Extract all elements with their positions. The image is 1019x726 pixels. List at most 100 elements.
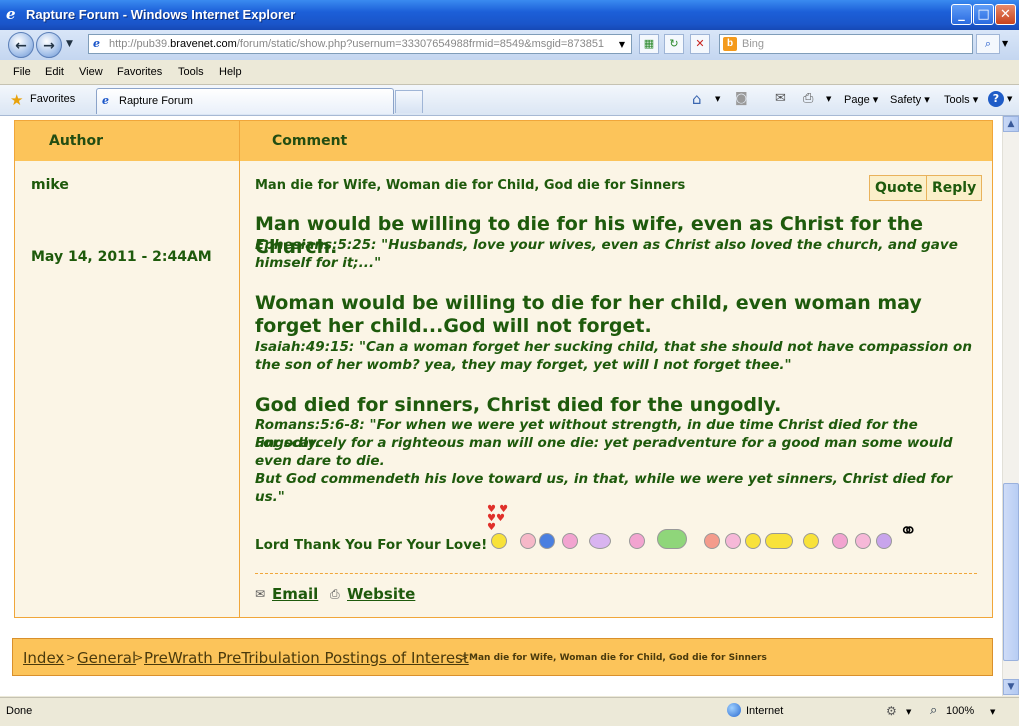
- search-icon[interactable]: ⌕: [976, 34, 1000, 54]
- purple-heart-icon: [876, 533, 892, 549]
- wedding-couple-icon: ⚭: [899, 519, 918, 544]
- menu-help[interactable]: Help: [219, 66, 242, 78]
- safety-menu-label: Safety: [890, 94, 922, 106]
- email-icon: ✉: [255, 587, 266, 601]
- title-bar: e Rapture Forum - Windows Internet Explo…: [0, 0, 1019, 30]
- reply-button[interactable]: Reply: [926, 175, 983, 201]
- page-menu[interactable]: Page ▾: [844, 93, 878, 106]
- help-icon[interactable]: ?: [988, 91, 1004, 107]
- breadcrumb-current: Man die for Wife, Woman die for Child, G…: [469, 653, 767, 663]
- compatibility-view-icon[interactable]: ▦: [639, 34, 659, 54]
- print-icon[interactable]: ⎙: [803, 91, 813, 106]
- stop-icon[interactable]: ✕: [690, 34, 710, 54]
- post-heading-3: God died for sinners, Christ died for th…: [255, 394, 782, 416]
- maximize-button[interactable]: □: [973, 4, 994, 25]
- new-tab-button[interactable]: [395, 90, 423, 113]
- heart-face-icon: [803, 533, 819, 549]
- group-faces-icon: [657, 529, 687, 549]
- comment-column-header: Comment: [272, 133, 348, 149]
- back-button[interactable]: ←: [8, 32, 34, 58]
- page-icon: e: [93, 37, 100, 50]
- url-host: bravenet.com: [170, 38, 237, 50]
- blue-face-icon: [539, 533, 555, 549]
- forward-button[interactable]: →: [36, 32, 62, 58]
- breadcrumb-forum[interactable]: PreWrath PreTribulation Postings of Inte…: [144, 649, 469, 667]
- website-icon: ⎙: [330, 587, 340, 601]
- breadcrumb-separator: >: [134, 651, 144, 664]
- breadcrumb-index[interactable]: Index: [23, 649, 64, 667]
- status-text: Done: [6, 705, 33, 717]
- post-date: May 14, 2011 - 2:44AM: [31, 249, 212, 265]
- post-heading-2: Woman would be willing to die for her ch…: [255, 292, 922, 337]
- zoom-icon[interactable]: ⌕: [930, 703, 937, 718]
- tab-label: Rapture Forum: [119, 95, 193, 107]
- winged-face-icon: [589, 533, 611, 549]
- menu-file[interactable]: File: [13, 66, 31, 78]
- help-dropdown-icon[interactable]: ▼: [1007, 95, 1012, 103]
- quote-button[interactable]: Quote: [869, 175, 929, 201]
- search-input[interactable]: b Bing: [719, 34, 973, 54]
- menu-view[interactable]: View: [79, 66, 103, 78]
- post-subject: Man die for Wife, Woman die for Child, G…: [255, 178, 686, 193]
- pink-heart-face-icon: [520, 533, 536, 549]
- hearts-icon: ♥ ♥ ♥♥ ♥: [487, 504, 509, 533]
- favorites-button[interactable]: Favorites: [30, 93, 75, 105]
- address-bar[interactable]: e http://pub39.bravenet.com/forum/static…: [88, 34, 632, 54]
- post-closing-line: Lord Thank You For Your Love!: [255, 537, 488, 553]
- zoom-dropdown-icon[interactable]: ▼: [990, 708, 995, 716]
- favorites-bar: ★ Favorites e Rapture Forum ⌂ ▼ ◙ ✉ ⎙ ▼ …: [0, 85, 1019, 116]
- email-link[interactable]: Email: [272, 585, 318, 603]
- post-footer-divider: [255, 573, 977, 574]
- post-verse-2: Isaiah:49:15: "Can a woman forget her su…: [255, 339, 972, 373]
- forum-post-table: Author Comment mike May 14, 2011 - 2:44A…: [14, 120, 993, 618]
- table-header: Author Comment: [15, 121, 992, 161]
- ie-logo-icon: e: [6, 5, 16, 23]
- tools-menu-label: Tools: [944, 94, 970, 106]
- read-mail-icon[interactable]: ✉: [775, 91, 786, 106]
- arrow-heart-icon: [855, 533, 871, 549]
- search-options-icon[interactable]: ▼: [1002, 39, 1008, 48]
- minimize-button[interactable]: _: [951, 4, 972, 25]
- scroll-up-icon[interactable]: ▲: [1003, 116, 1019, 132]
- print-dropdown-icon[interactable]: ▼: [826, 95, 831, 103]
- feeds-icon[interactable]: ◙: [735, 91, 748, 106]
- menu-edit[interactable]: Edit: [45, 66, 64, 78]
- zoom-level[interactable]: 100%: [946, 705, 974, 717]
- breadcrumb: Index > General > PreWrath PreTribulatio…: [12, 638, 993, 676]
- tab-page-icon: e: [102, 94, 109, 107]
- status-bar: Done Internet ⚙ ▼ ⌕ 100% ▼: [0, 697, 1019, 726]
- menu-favorites[interactable]: Favorites: [117, 66, 162, 78]
- post-verse-3b: For scarcely for a righteous man will on…: [255, 435, 953, 469]
- url-prefix: http://pub39.: [109, 38, 171, 50]
- url-rest: /forum/static/show.php?usernum=333076549…: [236, 38, 605, 50]
- love-eyes-face-icon: [745, 533, 761, 549]
- close-button[interactable]: ✕: [995, 4, 1016, 25]
- tab-rapture-forum[interactable]: e Rapture Forum: [96, 88, 394, 114]
- safety-menu[interactable]: Safety ▾: [890, 93, 930, 106]
- navigation-bar: ← → ▼ e http://pub39.bravenet.com/forum/…: [0, 30, 1019, 60]
- tools-menu[interactable]: Tools ▾: [944, 93, 978, 106]
- protected-mode-dropdown-icon[interactable]: ▼: [906, 708, 911, 716]
- address-dropdown-icon[interactable]: ▼: [615, 36, 629, 52]
- heart-icon: [725, 533, 741, 549]
- vertical-scrollbar[interactable]: ▲ ▼: [1002, 116, 1019, 696]
- kissing-faces-icon: [765, 533, 793, 549]
- internet-zone-icon: [727, 703, 741, 717]
- home-icon[interactable]: ⌂: [692, 90, 702, 108]
- favorites-star-icon: ★: [10, 91, 24, 109]
- post-verse-1: Ephesians:5:25: "Husbands, love your wiv…: [255, 237, 958, 271]
- breadcrumb-general[interactable]: General: [77, 649, 136, 667]
- post-verse-3c: But God commendeth his love toward us, i…: [255, 471, 953, 505]
- refresh-icon[interactable]: ↻: [664, 34, 684, 54]
- author-column-header: Author: [49, 133, 103, 149]
- page-menu-label: Page: [844, 94, 870, 106]
- scroll-down-icon[interactable]: ▼: [1003, 679, 1019, 695]
- pink-face-icon: [562, 533, 578, 549]
- home-dropdown-icon[interactable]: ▼: [715, 95, 720, 103]
- scroll-thumb[interactable]: [1003, 483, 1019, 661]
- menu-tools[interactable]: Tools: [178, 66, 204, 78]
- protected-mode-icon[interactable]: ⚙: [886, 704, 897, 718]
- website-link[interactable]: Website: [347, 585, 415, 603]
- recent-pages-dropdown-icon[interactable]: ▼: [66, 39, 73, 49]
- pink-bunny-face-icon: [832, 533, 848, 549]
